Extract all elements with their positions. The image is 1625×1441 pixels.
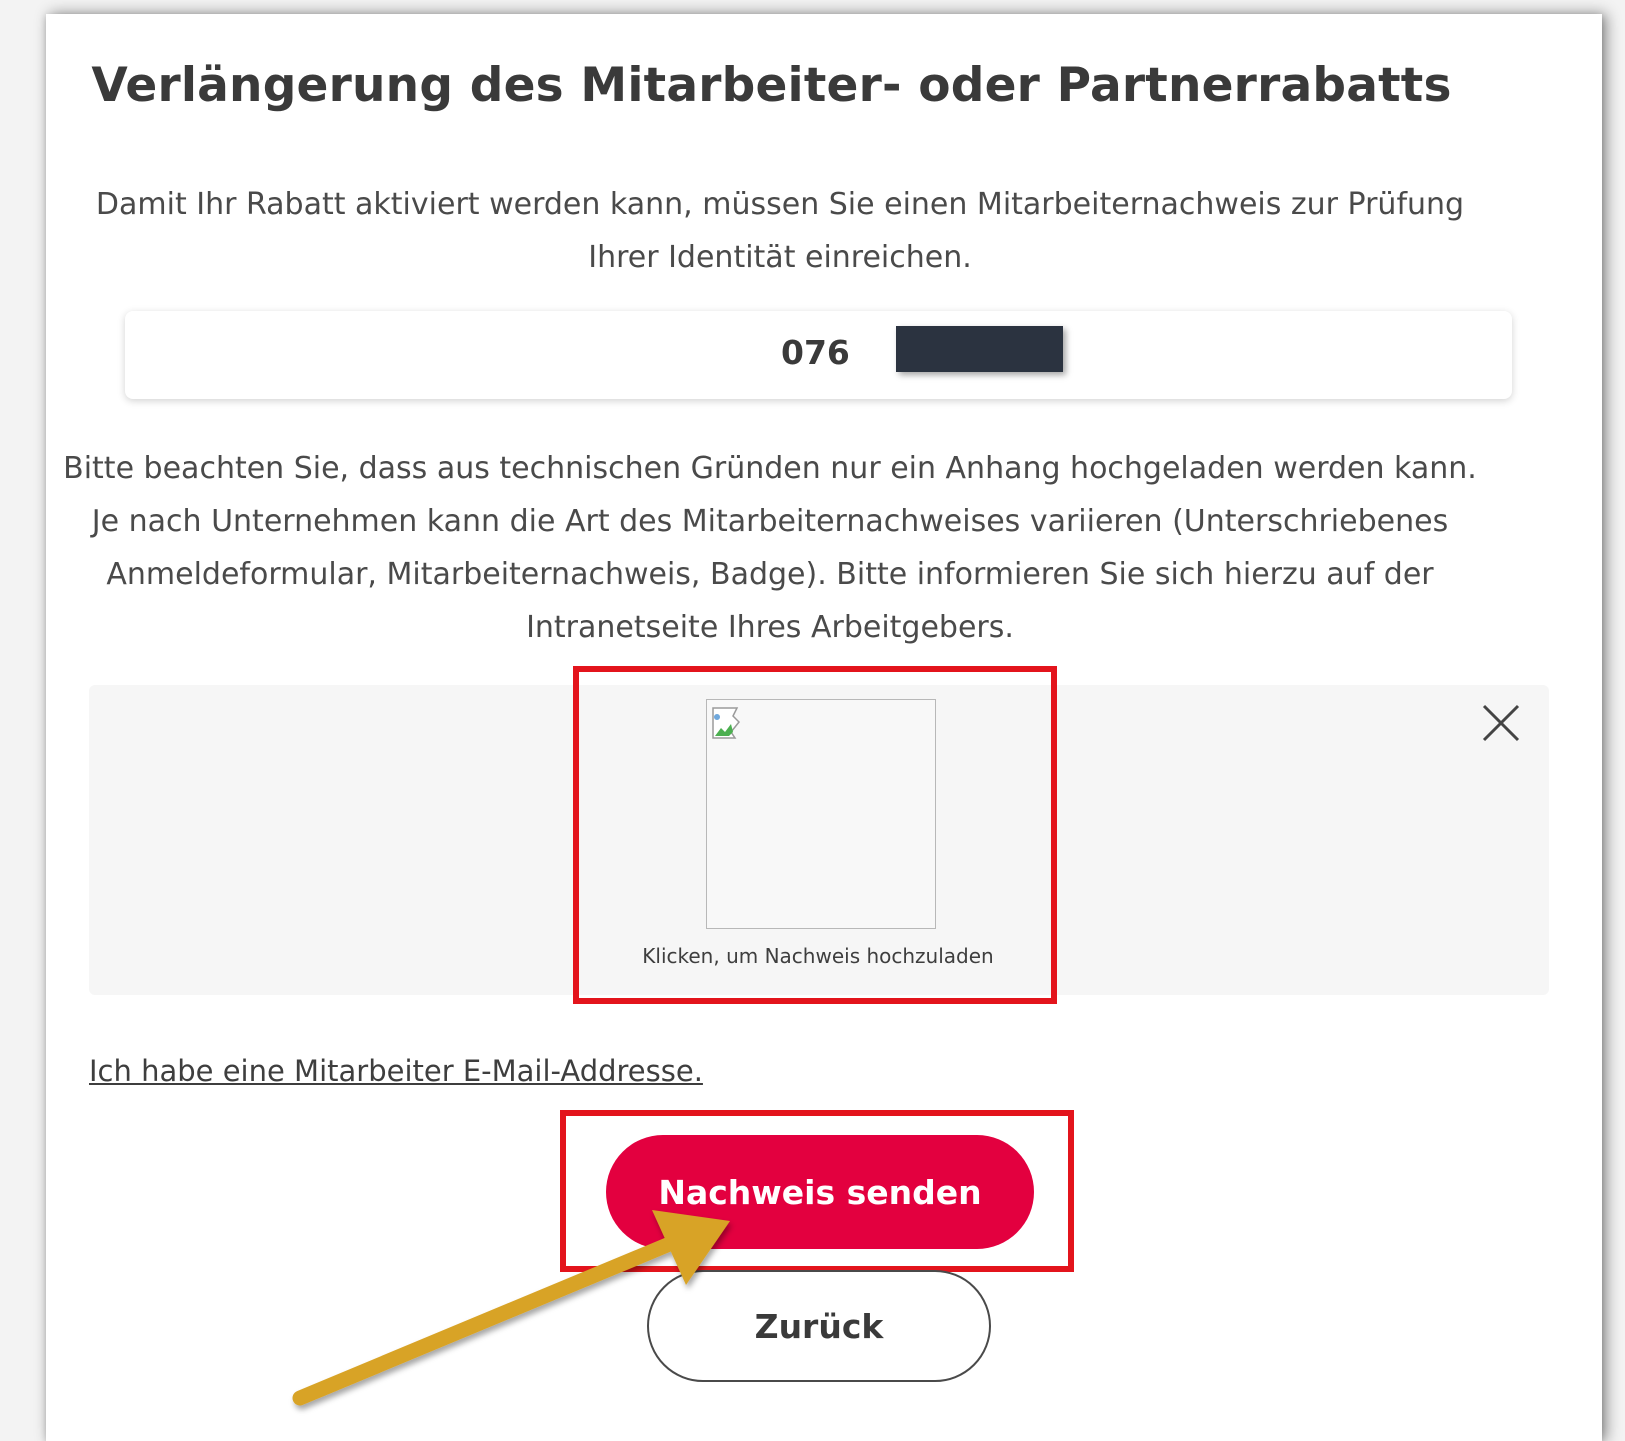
highlight-upload-box: [573, 666, 1057, 1004]
intro-text: Damit Ihr Rabatt aktiviert werden kann, …: [95, 187, 1465, 275]
highlight-send-button: [560, 1110, 1074, 1272]
page-title: Verlängerung des Mitarbeiter- oder Partn…: [91, 58, 1452, 113]
account-number: 076: [781, 333, 850, 372]
employee-email-link[interactable]: Ich habe eine Mitarbeiter E-Mail-Address…: [89, 1054, 703, 1088]
close-icon[interactable]: [1478, 700, 1524, 746]
back-button[interactable]: Zurück: [647, 1270, 991, 1382]
redaction-bar: [896, 326, 1063, 372]
account-number-box: 076: [125, 311, 1512, 399]
info-text: Bitte beachten Sie, dass aus technischen…: [63, 451, 1477, 645]
